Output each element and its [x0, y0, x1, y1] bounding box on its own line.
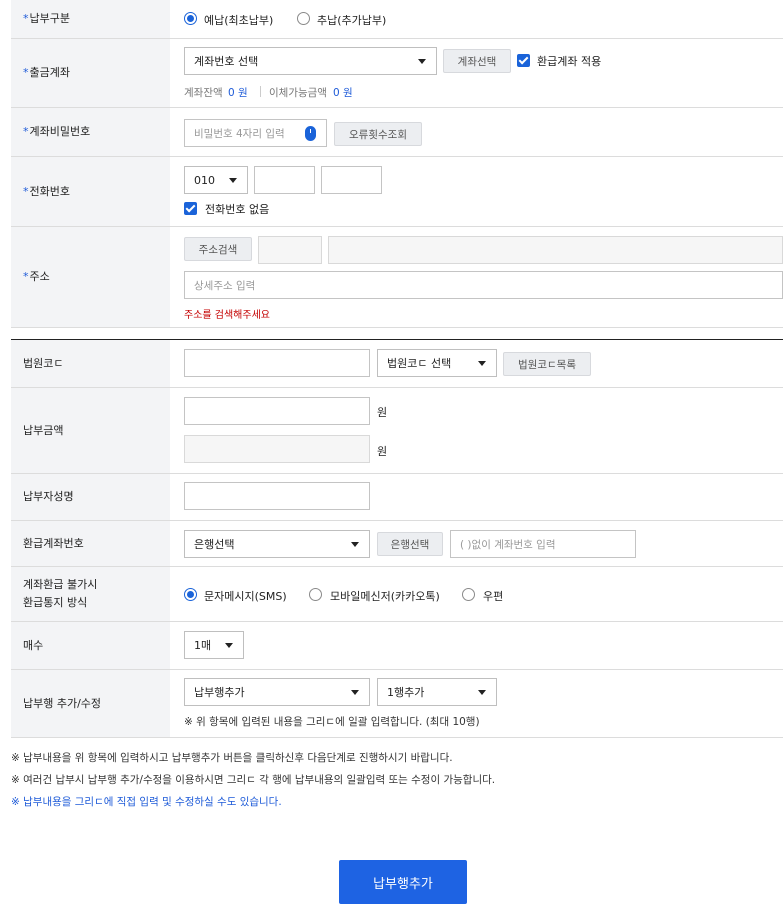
zipcode-input: [258, 236, 322, 264]
radio-mail[interactable]: [462, 588, 475, 601]
radio-sms-label[interactable]: 문자메시지(SMS): [204, 588, 287, 604]
label-payment-type: * 납부구분: [11, 0, 170, 38]
payer-name-input[interactable]: [184, 482, 370, 510]
address-detail-input[interactable]: 상세주소 입력: [184, 271, 783, 299]
note-3: ※ 납부내용을 그리ㄷ에 직접 입력 및 수정하실 수도 있습니다.: [11, 796, 282, 808]
row-action-select[interactable]: 납부행추가: [184, 678, 370, 706]
court-code-list-button[interactable]: 법원코ㄷ목록: [503, 352, 591, 376]
row-refund-notice: 계좌환급 불가시 환급통지 방식 문자메시지(SMS) 모바일메신저(카카오톡) …: [11, 567, 783, 622]
row-account-password: * 계좌비밀번호 비밀번호 4자리 입력 오류횟수조회: [11, 108, 783, 157]
row-count-select[interactable]: 1행추가: [377, 678, 497, 706]
payment-amount-input[interactable]: [184, 397, 370, 425]
row-payer-name: 납부자성명: [11, 474, 783, 521]
chevron-down-icon: [225, 643, 233, 648]
radio-mail-label[interactable]: 우편: [483, 588, 503, 604]
transferable-value: 0 원: [333, 87, 353, 99]
radio-kakao-label[interactable]: 모바일메신저(카카오톡): [330, 588, 440, 604]
row-refund-account: 환급계좌번호 은행선택 은행선택 ( )없이 계좌번호 입력: [11, 521, 783, 567]
label-phone: * 전화번호: [11, 157, 170, 226]
radio-kakao[interactable]: [309, 588, 322, 601]
court-code-input[interactable]: [184, 349, 370, 377]
label-payment-amount: 납부금액: [11, 388, 170, 473]
address-warning: 주소를 검색해주세요: [184, 310, 270, 321]
balance-value: 0 원: [228, 87, 248, 99]
count-select[interactable]: 1매: [184, 631, 244, 659]
phone-middle-input[interactable]: [254, 166, 315, 194]
error-count-button[interactable]: 오류횟수조회: [334, 122, 422, 146]
row-court-code: 법원코ㄷ 법원코ㄷ 선택 법원코ㄷ목록: [11, 340, 783, 388]
chevron-down-icon: [418, 59, 426, 64]
rows-edit-note: ※ 위 항목에 입력된 내용을 그리ㄷ에 일괄 입력합니다. (최대 10행): [184, 716, 480, 728]
note-2: ※ 여러건 납부시 납부행 추가/수정을 이용하시면 그리ㄷ 각 행에 납부내용…: [11, 774, 496, 786]
balance-label: 계좌잔액: [184, 87, 223, 99]
label-count: 매수: [11, 622, 170, 669]
label-court-code: 법원코ㄷ: [11, 340, 170, 387]
payment-amount-readonly: [184, 435, 370, 463]
label-account-password: * 계좌비밀번호: [11, 108, 170, 156]
label-withdraw-account: * 출금계좌: [11, 39, 170, 107]
row-rows-edit: 납부행 추가/수정 납부행추가 1행추가 ※ 위 항목에 입력된 내용을 그리ㄷ…: [11, 670, 783, 738]
transferable-label: 이체가능금액: [269, 87, 327, 99]
row-address: * 주소 주소검색 상세주소 입력 주소를 검색해주세요: [11, 227, 783, 328]
chevron-down-icon: [351, 542, 359, 547]
row-withdraw-account: * 출금계좌 계좌번호 선택 계좌선택 환급계좌 적용 계좌잔액 0 원 이체가능…: [11, 39, 783, 108]
divider: [260, 86, 261, 97]
account-select[interactable]: 계좌번호 선택: [184, 47, 437, 75]
mouse-keypad-icon[interactable]: [305, 126, 316, 141]
label-address: * 주소: [11, 227, 170, 327]
phone-prefix-select[interactable]: 010: [184, 166, 248, 194]
court-code-select[interactable]: 법원코ㄷ 선택: [377, 349, 497, 377]
row-payment-amount: 납부금액 원 원: [11, 388, 783, 474]
bank-select[interactable]: 은행선택: [184, 530, 370, 558]
row-count: 매수 1매: [11, 622, 783, 670]
label-refund-notice: 계좌환급 불가시 환급통지 방식: [11, 567, 170, 621]
refund-account-input[interactable]: ( )없이 계좌번호 입력: [450, 530, 636, 558]
radio-additional[interactable]: [297, 12, 310, 25]
refund-apply-checkbox[interactable]: [517, 54, 530, 67]
password-input[interactable]: 비밀번호 4자리 입력: [184, 119, 327, 147]
chevron-down-icon: [229, 178, 237, 183]
radio-prepay[interactable]: [184, 12, 197, 25]
address-input: [328, 236, 783, 264]
chevron-down-icon: [478, 361, 486, 366]
refund-apply-label[interactable]: 환급계좌 적용: [537, 53, 601, 69]
label-rows-edit: 납부행 추가/수정: [11, 670, 170, 737]
row-payment-type: * 납부구분 예납(최초납부) 추납(추가납부): [11, 0, 783, 39]
radio-additional-label[interactable]: 추납(추가납부): [317, 12, 386, 28]
payment-amount-unit-2: 원: [377, 445, 388, 458]
chevron-down-icon: [478, 690, 486, 695]
radio-prepay-label[interactable]: 예납(최초납부): [204, 12, 273, 28]
radio-sms[interactable]: [184, 588, 197, 601]
add-payment-row-button[interactable]: 납부행추가: [339, 860, 467, 904]
account-select-button[interactable]: 계좌선택: [443, 49, 511, 73]
no-phone-label[interactable]: 전화번호 없음: [205, 201, 269, 217]
note-1: ※ 납부내용을 위 항목에 입력하시고 납부행추가 버튼을 클릭하신후 다음단계…: [11, 752, 453, 764]
bank-select-button[interactable]: 은행선택: [377, 532, 443, 556]
row-phone: * 전화번호 010 전화번호 없음: [11, 157, 783, 227]
label-payer-name: 납부자성명: [11, 474, 170, 520]
chevron-down-icon: [351, 690, 359, 695]
payment-amount-unit: 원: [377, 406, 388, 419]
label-refund-account: 환급계좌번호: [11, 521, 170, 566]
phone-last-input[interactable]: [321, 166, 382, 194]
no-phone-checkbox[interactable]: [184, 202, 197, 215]
address-search-button[interactable]: 주소검색: [184, 237, 252, 261]
